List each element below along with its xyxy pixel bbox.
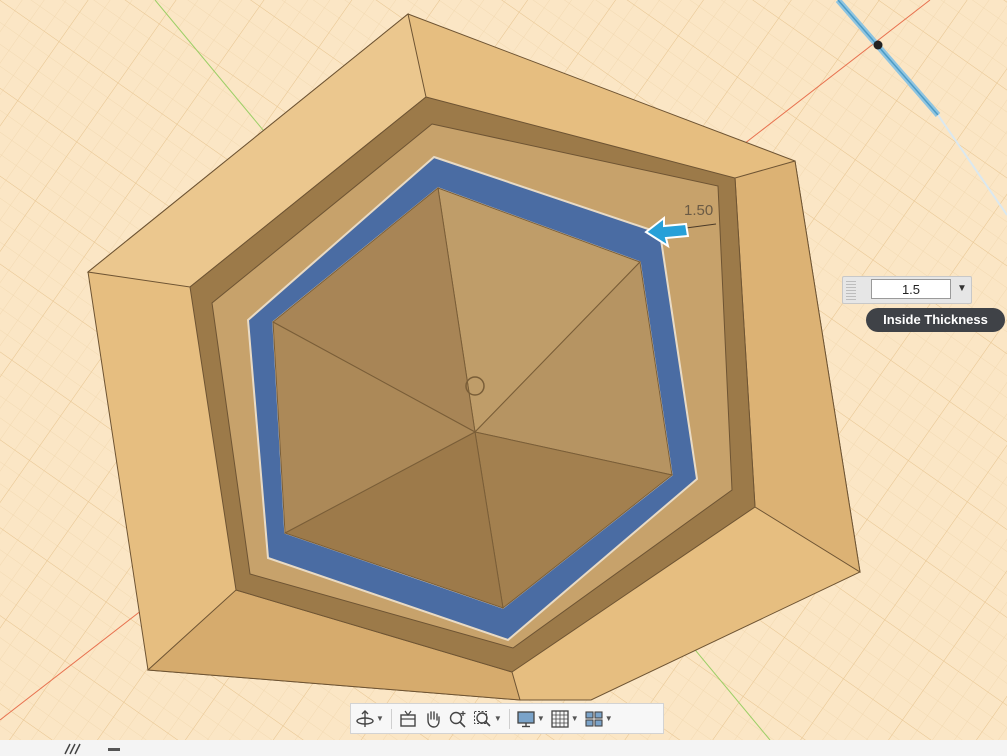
zoom-window-icon [473,710,491,727]
viewports-icon [585,710,603,727]
zoom-window-button[interactable]: ▼ [473,706,502,732]
look-at-button[interactable] [398,706,418,732]
viewports-button[interactable]: ▼ [584,706,613,732]
zoom-icon [449,710,466,728]
inside-thickness-input-box: ▼ [842,276,972,304]
grid-icon [551,709,569,728]
orbit-button[interactable]: ▼ [355,706,384,732]
navigation-toolbar: ▼ ▼ ▼ ▼ ▼ [350,703,664,734]
zoom-button[interactable] [448,706,468,732]
grid-settings-button[interactable]: ▼ [550,706,579,732]
drag-grip-icon[interactable] [846,280,856,300]
inside-thickness-tooltip: Inside Thickness [866,308,1005,332]
toolbar-divider [508,708,510,729]
toolbar-divider [390,708,392,729]
display-settings-button[interactable]: ▼ [516,706,545,732]
zoom-window-menu-caret[interactable]: ▼ [494,714,502,723]
orbit-icon [356,709,374,727]
timeline-marker-icon[interactable] [108,748,120,751]
bottom-bar [0,740,1007,756]
look-at-icon [400,710,416,727]
sketch-tool-icon[interactable] [62,742,82,756]
3d-viewport[interactable] [0,0,1007,740]
chevron-down-icon[interactable]: ▼ [955,279,969,299]
display-settings-icon [517,710,535,727]
viewports-menu-caret[interactable]: ▼ [605,714,613,723]
grid-settings-menu-caret[interactable]: ▼ [571,714,579,723]
orbit-menu-caret[interactable]: ▼ [376,714,384,723]
inside-thickness-field[interactable] [871,279,951,299]
dimension-label: 1.50 [684,202,714,219]
pan-button[interactable] [423,706,443,732]
pan-hand-icon [427,710,440,728]
display-settings-menu-caret[interactable]: ▼ [537,714,545,723]
